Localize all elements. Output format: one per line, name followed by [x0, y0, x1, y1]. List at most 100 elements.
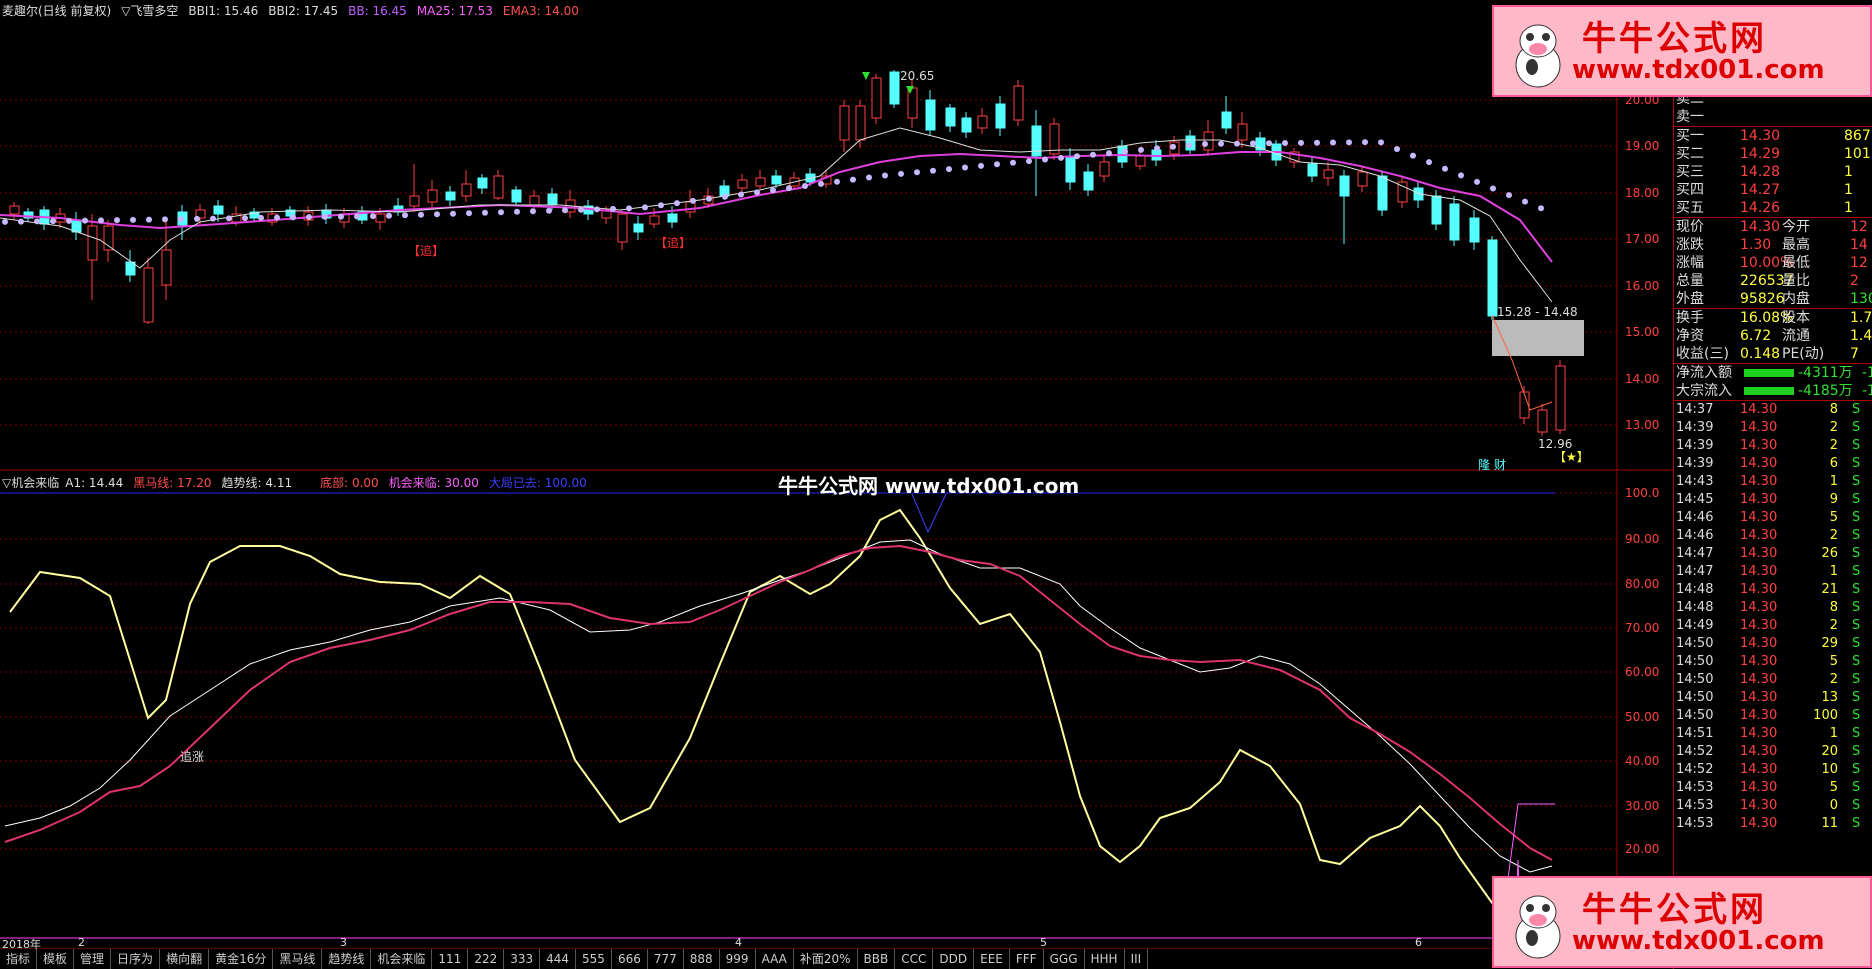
indicator-tab[interactable]: 横向翻 [160, 949, 210, 969]
bb-dot [1426, 159, 1432, 166]
bb-dot [1154, 145, 1160, 152]
indicator-tab[interactable]: 777 [648, 949, 684, 969]
stat-label: 今开 [1782, 219, 1810, 235]
tick-volume: 1 [1829, 564, 1838, 579]
indicator-tab[interactable]: III [1125, 949, 1149, 969]
indicator-tab[interactable]: AAA [756, 949, 794, 969]
tick-time: 14:47 [1676, 546, 1714, 561]
stat-row: 涨幅 10.00% 最低 12 [1674, 254, 1872, 272]
indicator-tab[interactable]: 管理 [74, 949, 112, 969]
price-tick: 15.00 [1625, 325, 1660, 339]
bb-dot [642, 204, 648, 211]
candle-body [547, 193, 558, 205]
indicator-tab[interactable]: 模板 [37, 949, 75, 969]
main-grid [0, 99, 1620, 426]
sub-tick: 40.00 [1625, 754, 1660, 768]
tick-list[interactable]: 14:37 14.30 8 S 14:39 14.30 2 S 14:39 14.30 2 S 14:3… [1674, 401, 1872, 833]
bb-dot [594, 206, 600, 213]
price-tick: 16.00 [1625, 279, 1660, 293]
trend-line [4, 539, 1553, 873]
tick-time: 14:52 [1676, 744, 1714, 759]
indicator-tab[interactable]: 指标 [0, 949, 38, 969]
buy-volume: 867 [1844, 128, 1871, 144]
tick-row: 14:50 14.30 5 S [1674, 653, 1872, 671]
stat-label: 净资 [1676, 328, 1704, 344]
buy-price: 14.27 [1740, 182, 1781, 198]
indicator-tab[interactable]: FFF [1010, 949, 1044, 969]
high-label: 20.65 [900, 69, 934, 83]
date-month: 6 [1415, 936, 1422, 949]
candle-body [667, 213, 678, 223]
candle-body [1357, 171, 1368, 187]
indicator-tabs: 指标 模板 管理 日序为 横向翻 黄金16分 黑马线 趋势线 机会来临 111 222 333 444 5… [0, 949, 1490, 969]
stat-label: 最低 [1782, 255, 1810, 271]
stat-label: 收益(三) [1676, 346, 1729, 362]
buy-row[interactable]: 买五 14.26 1 [1674, 199, 1872, 217]
bb-dot [50, 218, 56, 225]
tick-side: S [1852, 600, 1861, 615]
buy-price: 14.26 [1740, 200, 1781, 216]
stat-row: 总量 226537 量比 2 [1674, 272, 1872, 290]
candlesticks [9, 70, 1566, 436]
stat-value: 6.72 [1740, 328, 1772, 344]
bb-dot [434, 211, 440, 218]
tick-side: S [1852, 420, 1861, 435]
buy-row[interactable]: 买三 14.28 1 [1674, 163, 1872, 181]
indicator-tab[interactable]: EEE [974, 949, 1010, 969]
bb-dot [770, 187, 776, 194]
bb-dot [1074, 153, 1080, 160]
bb-dot [1298, 139, 1304, 146]
zhui-label-2: 【追】 [655, 235, 691, 250]
indicator-tab[interactable]: GGG [1044, 949, 1085, 969]
tick-time: 14:45 [1676, 492, 1714, 507]
bb-dot [18, 218, 24, 225]
buy-row[interactable]: 买四 14.27 1 [1674, 181, 1872, 199]
tick-row: 14:52 14.30 10 S [1674, 761, 1872, 779]
buy-row[interactable]: 买二 14.29 101 [1674, 145, 1872, 163]
indicator-tab[interactable]: 111 [432, 949, 469, 969]
bb-dot [1442, 165, 1448, 172]
tick-volume: 1 [1829, 726, 1838, 741]
candle-body [1555, 365, 1566, 431]
bb-dot [1378, 139, 1384, 146]
bb-dot [34, 218, 40, 225]
indicator-tab[interactable]: 999 [720, 949, 756, 969]
indicator-tab[interactable]: 黑马线 [273, 949, 323, 969]
indicator-tab[interactable]: 555 [576, 949, 612, 969]
ma25-line [0, 151, 1553, 263]
indicator-tab[interactable]: CCC [895, 949, 934, 969]
flow-label: 净流入额 [1676, 365, 1732, 381]
tick-time: 14:46 [1676, 528, 1714, 543]
indicator-tab[interactable]: HHH [1085, 949, 1125, 969]
indicator-tab[interactable]: 333 [504, 949, 541, 969]
indicator-tab[interactable]: 黄金16分 [209, 949, 274, 969]
watermark-url: www.tdx001.com [1572, 926, 1825, 956]
indicator-tab[interactable]: 机会来临 [371, 949, 433, 969]
stat-value: 1.74 [1850, 310, 1872, 326]
tick-volume: 29 [1821, 636, 1838, 651]
tick-volume: 2 [1829, 672, 1838, 687]
indicator-tab[interactable]: 666 [612, 949, 648, 969]
candle-body [1339, 175, 1350, 197]
indicator-tab[interactable]: 444 [540, 949, 577, 969]
indicator-tab[interactable]: DDD [933, 949, 975, 969]
indicator-tab[interactable]: 日序为 [111, 949, 161, 969]
zhui-label-1: 【追】 [408, 243, 444, 258]
bb-dot [882, 172, 888, 179]
stat-value: 1.30 [1740, 237, 1772, 253]
indicator-tab[interactable]: BBB [858, 949, 896, 969]
candle-body [143, 267, 154, 323]
indicator-tab[interactable]: 趋势线 [322, 949, 372, 969]
indicator-tab[interactable]: 222 [468, 949, 505, 969]
watermark-cn: 牛牛公式网 [1582, 19, 1767, 59]
indicator-tab[interactable]: 补面20% [794, 949, 858, 969]
indicator-tab[interactable]: 888 [684, 949, 720, 969]
tick-price: 14.30 [1740, 708, 1778, 723]
buy-row[interactable]: 买一 14.30 867 [1674, 127, 1872, 145]
tick-time: 14:52 [1676, 762, 1714, 777]
bb-dot [258, 214, 264, 221]
bb-dot [66, 217, 72, 224]
candle-body [87, 225, 98, 261]
sub-indicator-name[interactable]: ▽机会来临 [2, 476, 59, 490]
tick-side: S [1852, 492, 1861, 507]
